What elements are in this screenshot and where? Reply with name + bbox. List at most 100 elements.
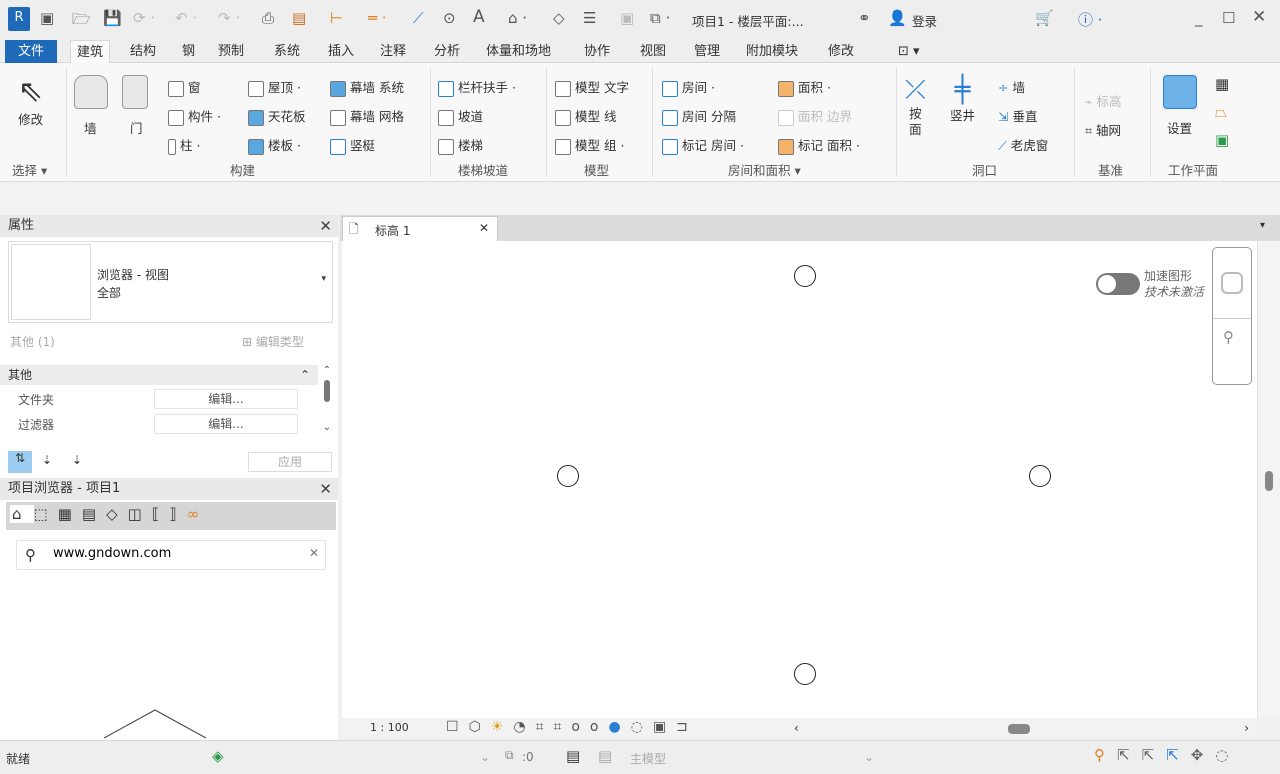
- elevation-marker-east[interactable]: [1029, 465, 1051, 487]
- login-link[interactable]: 登录: [912, 11, 937, 30]
- shaft-button[interactable]: ╪ 竖井: [950, 75, 975, 124]
- filter-icon[interactable]: ◌: [1215, 746, 1240, 764]
- clear-icon[interactable]: ✕: [309, 546, 319, 560]
- reveal-icon[interactable]: ●: [609, 719, 631, 735]
- print-icon[interactable]: ⎙: [262, 9, 274, 27]
- group-header[interactable]: 其他 ⌃: [0, 365, 318, 385]
- graphics-toggle[interactable]: [1096, 273, 1140, 295]
- design-options-icon[interactable]: ▤: [566, 747, 580, 765]
- tab-12[interactable]: 管理: [688, 40, 726, 63]
- tab-level-1[interactable]: 🗋 标高 1 ✕: [342, 216, 498, 241]
- close-icon[interactable]: ✕: [319, 215, 332, 237]
- tab-3[interactable]: 钢: [176, 40, 201, 63]
- tab-11[interactable]: 视图: [634, 40, 672, 63]
- steering-wheel-icon[interactable]: [1221, 272, 1243, 294]
- wall-opening-button[interactable]: ÷ 墙: [998, 77, 1025, 96]
- tab-9[interactable]: 体量和场地: [480, 40, 557, 63]
- maximize-button[interactable]: ☐: [1222, 9, 1235, 27]
- tab-1[interactable]: 建筑: [70, 40, 111, 63]
- help-icon[interactable]: ⓘ ·: [1078, 9, 1103, 30]
- sort-desc-icon[interactable]: ⇣: [72, 453, 82, 467]
- text-icon[interactable]: A: [473, 7, 485, 27]
- type-selector[interactable]: 浏览器 - 视图 全部 ▾: [8, 241, 333, 323]
- analysis-icon[interactable]: ▣: [653, 719, 676, 735]
- elevation-marker-west[interactable]: [557, 465, 579, 487]
- model-text-button[interactable]: 模型 文字: [555, 77, 629, 97]
- tab-4[interactable]: 预制: [212, 40, 250, 63]
- wall-button[interactable]: 墙: [84, 118, 97, 137]
- ramp-button[interactable]: 坡道: [438, 106, 483, 126]
- group-icon[interactable]: ⟦⟧: [152, 505, 187, 523]
- categorize-icon[interactable]: ⇅: [8, 451, 32, 473]
- elevation-marker-north[interactable]: [794, 265, 816, 287]
- tab-10[interactable]: 协作: [578, 40, 616, 63]
- property-edit-button[interactable]: 编辑...: [154, 389, 298, 409]
- curtain-system-button[interactable]: 幕墙 系统: [330, 77, 404, 97]
- sun-path-icon[interactable]: ☀: [491, 719, 514, 735]
- close-button[interactable]: ✕: [1252, 7, 1266, 27]
- shadows-icon[interactable]: ◔: [513, 719, 535, 735]
- user-icon[interactable]: 👤: [888, 9, 907, 27]
- ceiling-button[interactable]: 天花板: [248, 106, 306, 126]
- revit-logo[interactable]: R: [8, 7, 30, 31]
- tab-5[interactable]: 系统: [268, 40, 306, 63]
- vertical-opening-button[interactable]: ⇲ 垂直: [998, 106, 1037, 125]
- viewer-icon[interactable]: ▣: [1215, 131, 1229, 149]
- show-workplane-icon[interactable]: ▦: [1215, 75, 1229, 93]
- minimize-button[interactable]: _: [1195, 9, 1203, 27]
- search-input[interactable]: [53, 546, 293, 561]
- horizontal-scrollbar[interactable]: ‹ ›: [790, 718, 1257, 740]
- close-tab-icon[interactable]: ✕: [479, 221, 489, 235]
- floor-button[interactable]: 楼板 ·: [248, 135, 301, 155]
- modify-tool[interactable]: ⇖ 修改: [18, 75, 43, 128]
- drag-select-icon[interactable]: ✥: [1191, 746, 1216, 764]
- view-icon[interactable]: ⬚: [34, 505, 58, 523]
- main-model-select[interactable]: 主模型: [630, 750, 666, 767]
- tab-2[interactable]: 结构: [124, 40, 162, 63]
- browser-search[interactable]: ⚲ ✕: [16, 540, 326, 570]
- constraints-icon[interactable]: ⊐: [676, 719, 698, 735]
- editable-only-icon[interactable]: ▤: [598, 747, 612, 765]
- zoom-icon[interactable]: ⚲: [1223, 328, 1234, 346]
- sheet-icon[interactable]: ◫: [128, 505, 152, 523]
- scale-button[interactable]: 1 : 100: [370, 721, 409, 734]
- apply-button[interactable]: 应用: [248, 452, 332, 472]
- stair-button[interactable]: 楼梯: [438, 135, 483, 155]
- mullion-button[interactable]: 竖梃: [330, 135, 375, 155]
- tag-area-button[interactable]: 标记 面积 ·: [778, 135, 860, 155]
- window-button[interactable]: 窗: [168, 77, 201, 97]
- dimension-icon[interactable]: ═ ·: [368, 9, 387, 27]
- home-icon[interactable]: ⌂: [10, 505, 34, 523]
- sort-asc-icon[interactable]: ⇣: [42, 453, 52, 467]
- export-icon[interactable]: ▤: [292, 9, 306, 27]
- select-pinned-icon[interactable]: ⇱: [1142, 746, 1167, 764]
- temp-hide-icon[interactable]: oo: [571, 719, 608, 735]
- grid-button[interactable]: ⌗ 轴网: [1085, 120, 1121, 139]
- room-button[interactable]: 房间 ·: [662, 77, 715, 97]
- door-button[interactable]: 门: [130, 118, 143, 137]
- room-panel-label[interactable]: 房间和面积 ▾: [728, 160, 801, 179]
- tag-circle-icon[interactable]: ⊙: [443, 9, 456, 27]
- switch-window-icon[interactable]: ⧉ ·: [650, 9, 670, 27]
- elevation-marker-south[interactable]: [794, 663, 816, 685]
- workplane-set-button[interactable]: 设置: [1167, 118, 1192, 137]
- tab-6[interactable]: 插入: [322, 40, 360, 63]
- crop-show-icon[interactable]: ⌗: [553, 719, 571, 735]
- select-panel-label[interactable]: 选择 ▾: [12, 160, 47, 179]
- schedule-icon[interactable]: ▦: [58, 505, 82, 523]
- tag-room-button[interactable]: 标记 房间 ·: [662, 135, 744, 155]
- worksharing-icon[interactable]: ◌: [631, 719, 653, 735]
- link-icon[interactable]: ∞: [187, 505, 210, 523]
- column-button[interactable]: 柱 ·: [168, 135, 200, 155]
- redo-icon[interactable]: ↷ ·: [218, 9, 240, 27]
- visual-style-icon[interactable]: ⬡: [469, 719, 491, 735]
- dormer-button[interactable]: ⟋ 老虎窗: [998, 135, 1048, 154]
- home-panel-icon[interactable]: ▣: [40, 9, 54, 27]
- detail-level-icon[interactable]: ☐: [446, 719, 469, 735]
- area-button[interactable]: 面积 ·: [778, 77, 831, 97]
- room-separator-button[interactable]: 房间 分隔: [662, 106, 736, 126]
- component-button[interactable]: 构件 ·: [168, 106, 221, 126]
- measure-icon[interactable]: ⊢: [330, 9, 343, 27]
- tab-7[interactable]: 注释: [374, 40, 412, 63]
- tab-13[interactable]: 附加模块: [740, 40, 804, 63]
